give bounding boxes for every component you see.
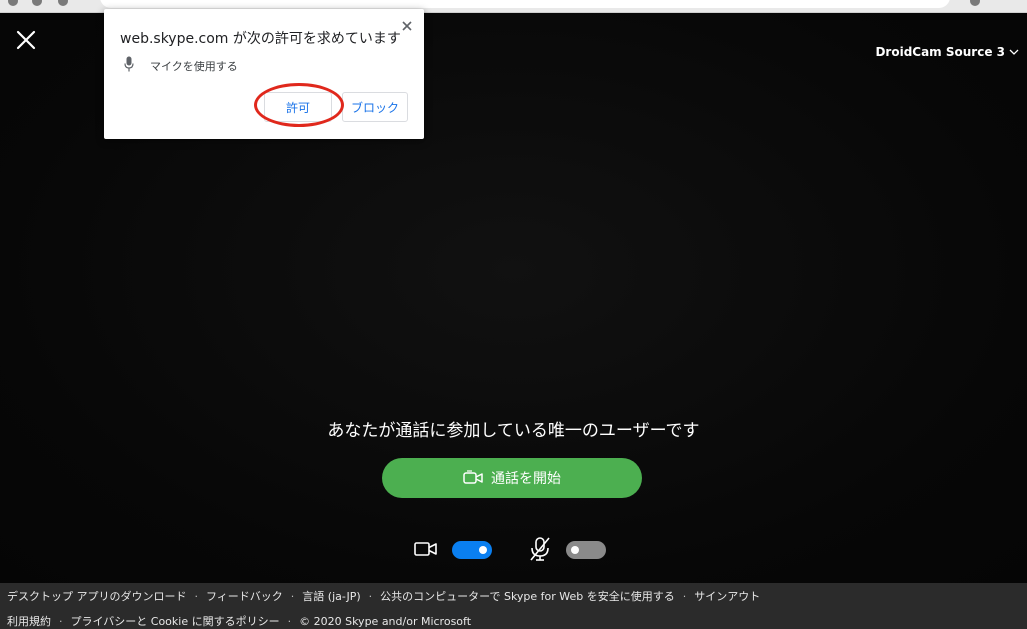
microphone-muted-icon — [530, 537, 550, 561]
footer-link-feedback[interactable]: フィードバック — [206, 588, 283, 604]
footer-link-public-computer[interactable]: 公共のコンピューターで Skype for Web を安全に使用する — [380, 588, 675, 604]
separator: · — [287, 614, 292, 628]
start-call-button[interactable]: 通話を開始 — [382, 458, 642, 498]
forward-icon[interactable] — [32, 0, 42, 6]
address-bar[interactable] — [100, 0, 950, 8]
reload-icon[interactable] — [58, 0, 68, 6]
toggle-knob — [571, 546, 579, 554]
separator: · — [194, 589, 199, 603]
block-button[interactable]: ブロック — [342, 92, 408, 122]
close-icon[interactable] — [400, 18, 414, 32]
camera-icon — [414, 542, 437, 556]
account-icon[interactable] — [970, 0, 980, 6]
footer-link-terms[interactable]: 利用規約 — [7, 613, 51, 629]
separator: · — [682, 589, 687, 603]
permission-popup: web.skype.com が次の許可を求めています マイクを使用する 許可 ブ… — [104, 9, 424, 139]
separator: · — [290, 589, 295, 603]
footer-link-download[interactable]: デスクトップ アプリのダウンロード — [7, 588, 187, 604]
camera-source-dropdown[interactable]: DroidCam Source 3 — [875, 45, 1019, 59]
separator: · — [368, 589, 373, 603]
copyright-text: © 2020 Skype and/or Microsoft — [299, 614, 472, 628]
chevron-down-icon — [1009, 49, 1019, 55]
microphone-icon — [124, 56, 134, 72]
toggle-knob — [479, 546, 487, 554]
start-call-label: 通話を開始 — [491, 471, 561, 487]
footer-link-language[interactable]: 言語 (ja-JP) — [302, 588, 360, 604]
allow-button[interactable]: 許可 — [264, 92, 332, 122]
video-call-icon — [463, 470, 483, 484]
footer-links-row2: 利用規約 · プライバシーと Cookie に関するポリシー · © 2020 … — [7, 613, 471, 629]
only-user-message: あなたが通話に参加している唯一のユーザーです — [327, 421, 700, 441]
footer: デスクトップ アプリのダウンロード · フィードバック · 言語 (ja-JP)… — [0, 583, 1027, 629]
footer-link-sign-out[interactable]: サインアウト — [694, 588, 760, 604]
close-icon[interactable] — [12, 26, 40, 54]
camera-source-label: DroidCam Source 3 — [875, 45, 1005, 59]
microphone-toggle[interactable] — [566, 541, 606, 559]
back-icon[interactable] — [8, 0, 18, 6]
separator: · — [59, 614, 63, 628]
permission-title: web.skype.com が次の許可を求めています — [120, 31, 401, 47]
permission-description: マイクを使用する — [150, 60, 238, 73]
video-toggle[interactable] — [452, 541, 492, 559]
footer-link-privacy[interactable]: プライバシーと Cookie に関するポリシー — [71, 613, 280, 629]
footer-links-row1: デスクトップ アプリのダウンロード · フィードバック · 言語 (ja-JP)… — [7, 588, 760, 604]
